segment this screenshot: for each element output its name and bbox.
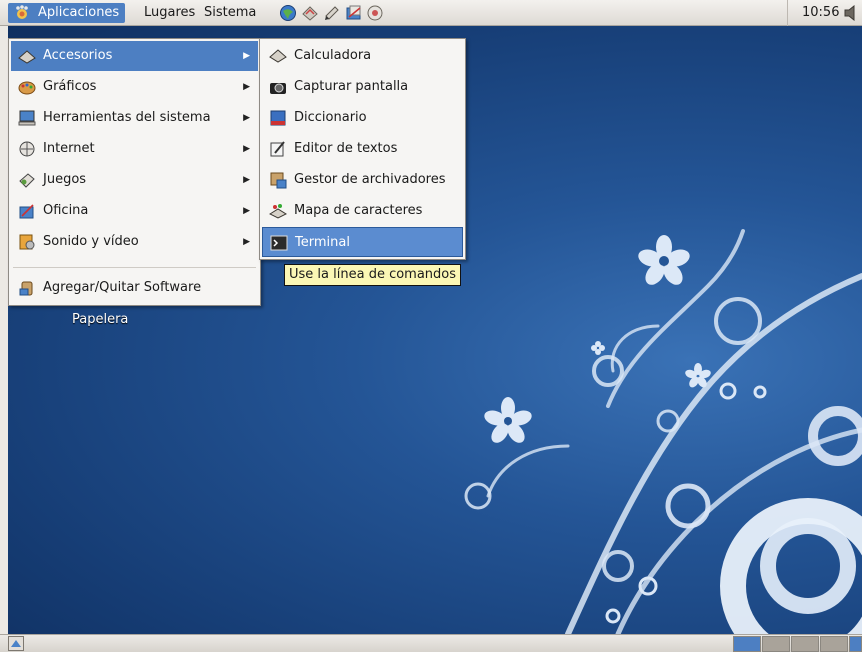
applications-dropdown: Accesorios ▶ Gráficos ▶ Herramientas del… bbox=[8, 38, 261, 306]
workspace-2[interactable] bbox=[762, 636, 790, 652]
text-editor-icon[interactable] bbox=[323, 4, 341, 22]
workspace-4[interactable] bbox=[820, 636, 848, 652]
games-icon bbox=[19, 173, 35, 188]
menu-item-internet[interactable]: Internet ▶ bbox=[11, 134, 258, 164]
applications-menu[interactable]: Aplicaciones bbox=[8, 3, 126, 23]
menu-item-calculator[interactable]: Calculadora bbox=[262, 41, 463, 71]
menu-item-office[interactable]: Oficina ▶ bbox=[11, 196, 258, 226]
menu-item-terminal[interactable]: Terminal bbox=[262, 227, 463, 257]
submenu-arrow-icon: ▶ bbox=[243, 237, 250, 247]
mail-client-icon[interactable] bbox=[301, 4, 319, 22]
menu-item-screenshot[interactable]: Capturar pantalla bbox=[262, 72, 463, 102]
menu-item-label: Accesorios bbox=[43, 48, 113, 63]
camera-icon bbox=[270, 83, 286, 94]
submenu-arrow-icon: ▶ bbox=[243, 51, 250, 61]
menu-item-text-editor[interactable]: Editor de textos bbox=[262, 134, 463, 164]
workspace-3[interactable] bbox=[791, 636, 819, 652]
sound-video-icon bbox=[19, 234, 35, 250]
menu-item-label: Gráficos bbox=[43, 79, 97, 94]
terminal-tooltip: Use la línea de comandos bbox=[284, 264, 462, 286]
show-desktop-icon[interactable] bbox=[8, 636, 24, 651]
places-label: Lugares bbox=[144, 5, 196, 20]
menu-item-sound-video[interactable]: Sonido y vídeo ▶ bbox=[11, 227, 258, 257]
submenu-arrow-icon: ▶ bbox=[243, 82, 250, 92]
gnome-foot-icon bbox=[16, 5, 28, 19]
menu-item-label: Diccionario bbox=[294, 110, 367, 125]
menu-item-label: Gestor de archivadores bbox=[294, 172, 446, 187]
menu-item-label: Terminal bbox=[295, 235, 350, 250]
trash-applet-icon[interactable] bbox=[849, 636, 862, 652]
submenu-arrow-icon: ▶ bbox=[243, 144, 250, 154]
system-label: Sistema bbox=[204, 5, 257, 20]
menu-item-label: Capturar pantalla bbox=[294, 79, 409, 94]
menu-item-add-remove-software[interactable]: Agregar/Quitar Software bbox=[11, 273, 258, 303]
calculator-icon bbox=[269, 49, 287, 63]
system-tools-icon bbox=[18, 110, 36, 126]
menu-separator bbox=[13, 267, 256, 268]
archive-manager-icon bbox=[270, 172, 287, 189]
top-panel: Aplicaciones Lugares Sistema 10:56 bbox=[0, 0, 862, 26]
menu-item-graphics[interactable]: Gráficos ▶ bbox=[11, 72, 258, 102]
menu-item-games[interactable]: Juegos ▶ bbox=[11, 165, 258, 195]
submenu-arrow-icon: ▶ bbox=[243, 113, 250, 123]
menu-item-system-tools[interactable]: Herramientas del sistema ▶ bbox=[11, 103, 258, 133]
menu-item-character-map[interactable]: Mapa de caracteres bbox=[262, 196, 463, 226]
dictionary-icon bbox=[270, 110, 286, 126]
help-icon[interactable] bbox=[366, 4, 384, 22]
accessories-icon bbox=[18, 50, 36, 64]
office-icon bbox=[19, 204, 34, 219]
volume-icon[interactable] bbox=[844, 5, 858, 21]
applications-label: Aplicaciones bbox=[38, 5, 120, 20]
office-icon[interactable] bbox=[345, 4, 363, 22]
menu-item-label: Calculadora bbox=[294, 48, 372, 63]
web-browser-icon[interactable] bbox=[279, 4, 297, 22]
text-editor-icon bbox=[270, 141, 285, 157]
workspace-1[interactable] bbox=[733, 636, 761, 652]
menu-item-label: Editor de textos bbox=[294, 141, 398, 156]
character-map-icon bbox=[269, 204, 287, 219]
menu-item-label: Sonido y vídeo bbox=[43, 234, 139, 249]
bottom-panel bbox=[0, 634, 862, 652]
places-menu[interactable]: Lugares bbox=[140, 3, 199, 23]
internet-icon bbox=[19, 141, 35, 157]
menu-item-label: Juegos bbox=[43, 172, 87, 187]
menu-item-dictionary[interactable]: Diccionario bbox=[262, 103, 463, 133]
add-remove-software-icon bbox=[19, 281, 33, 296]
accessories-submenu: Calculadora Capturar pantalla Diccionari… bbox=[259, 38, 466, 260]
menu-item-label: Internet bbox=[43, 141, 95, 156]
clock-area: 10:56 bbox=[787, 0, 862, 26]
trash-label[interactable]: Papelera bbox=[72, 312, 128, 327]
menu-item-archive-manager[interactable]: Gestor de archivadores bbox=[262, 165, 463, 195]
clock[interactable]: 10:56 bbox=[802, 3, 839, 23]
system-menu[interactable]: Sistema bbox=[200, 3, 260, 23]
menu-item-accessories[interactable]: Accesorios ▶ bbox=[11, 41, 258, 71]
menu-item-label: Herramientas del sistema bbox=[43, 110, 211, 125]
menu-item-label: Mapa de caracteres bbox=[294, 203, 423, 218]
menu-item-label: Agregar/Quitar Software bbox=[43, 280, 202, 295]
submenu-arrow-icon: ▶ bbox=[243, 175, 250, 185]
terminal-icon bbox=[270, 235, 288, 251]
graphics-icon bbox=[18, 81, 36, 95]
submenu-arrow-icon: ▶ bbox=[243, 206, 250, 216]
menu-item-label: Oficina bbox=[43, 203, 89, 218]
